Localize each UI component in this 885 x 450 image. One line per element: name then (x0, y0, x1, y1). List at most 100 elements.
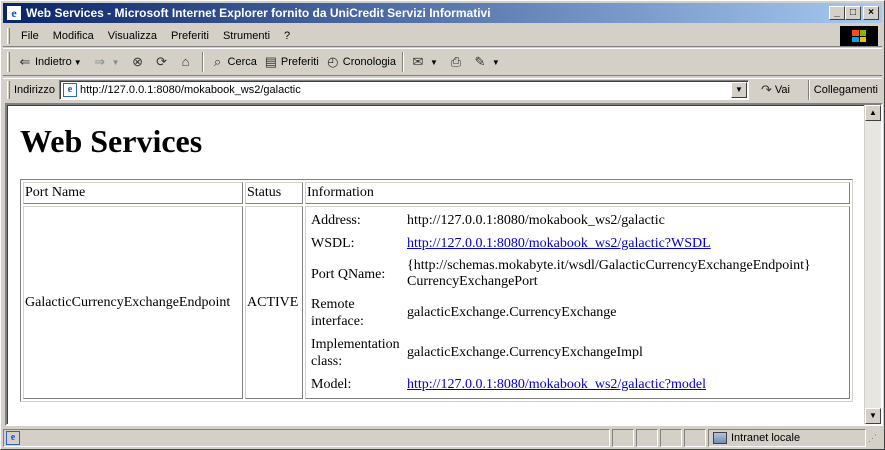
back-label: Indietro (35, 56, 72, 68)
qname-namespace: {http://schemas.mokabyte.it/wsdl/Galacti… (407, 258, 811, 273)
qname-label: Port QName: (311, 266, 386, 282)
search-label: Cerca (227, 56, 257, 68)
status-cell: ACTIVE (245, 206, 303, 399)
addressbar-grip[interactable] (7, 80, 10, 99)
windows-logo-icon (840, 26, 878, 46)
print-icon: ⎙ (450, 54, 462, 69)
toolbar-grip[interactable] (7, 52, 10, 72)
title-bar[interactable]: e Web Services - Microsoft Internet Expl… (3, 3, 882, 23)
impl-label-line1: Implementation (311, 337, 400, 352)
menu-visualizza[interactable]: Visualizza (101, 30, 164, 42)
back-button[interactable]: ⇐ Indietro ▼ (14, 51, 89, 73)
maximize-button[interactable]: □ (845, 6, 861, 20)
address-value: http://127.0.0.1:8080/mokabook_ws2/galac… (407, 212, 665, 228)
zone-label: Intranet locale (731, 432, 801, 444)
page-content: Web Services Port Name Status Informatio… (7, 105, 863, 424)
implementation-value: galacticExchange.CurrencyExchangeImpl (407, 345, 643, 360)
menu-preferiti[interactable]: Preferiti (164, 30, 216, 42)
remote-label-line2: interface: (311, 314, 364, 329)
stop-button[interactable]: ⊗ (127, 51, 151, 73)
address-url[interactable]: http://127.0.0.1:8080/mokabook_ws2/galac… (80, 84, 731, 96)
favorites-label: Preferiti (280, 56, 319, 68)
menu-strumenti[interactable]: Strumenti (216, 30, 277, 42)
column-header-status: Status (245, 182, 303, 204)
remote-interface-value: galacticExchange.CurrencyExchange (407, 305, 617, 320)
menubar-grip[interactable] (7, 27, 10, 44)
info-row-remote-interface: Remote interface: galacticExchange.Curre… (309, 294, 813, 332)
forward-button[interactable]: ⇒ ▼ (89, 51, 127, 73)
standard-toolbar: ⇐ Indietro ▼ ⇒ ▼ ⊗ ⟳ ⌂ ⌕ Cerca ▤ Preferi… (3, 48, 882, 76)
back-dropdown-icon[interactable]: ▼ (74, 58, 82, 67)
address-label: Address: (311, 213, 361, 228)
qname-value: {http://schemas.mokabyte.it/wsdl/Galacti… (405, 256, 813, 292)
ie-page-icon: e (6, 5, 22, 21)
info-row-wsdl: WSDL: http://127.0.0.1:8080/mokabook_ws2… (309, 233, 813, 254)
refresh-button[interactable]: ⟳ (151, 51, 175, 73)
close-button[interactable]: × (863, 6, 879, 20)
page-viewport: Web Services Port Name Status Informatio… (5, 103, 883, 426)
status-pane (636, 429, 658, 447)
address-bar: Indirizzo e http://127.0.0.1:8080/mokabo… (3, 78, 882, 100)
toolbar-separator (402, 52, 404, 72)
browser-window: e Web Services - Microsoft Internet Expl… (0, 0, 885, 450)
address-dropdown-button[interactable]: ▼ (730, 81, 747, 98)
model-label: Model: (311, 377, 352, 392)
go-button[interactable]: ↷ Vai (761, 82, 790, 98)
menu-file[interactable]: File (14, 30, 46, 42)
home-button[interactable]: ⌂ (175, 51, 199, 73)
scroll-up-button[interactable]: ▲ (865, 105, 881, 121)
window-controls: _ □ × (829, 6, 879, 20)
forward-dropdown-icon[interactable]: ▼ (112, 58, 120, 67)
port-name-cell: GalacticCurrencyExchangeEndpoint (23, 206, 243, 399)
window-title: Web Services - Microsoft Internet Explor… (26, 6, 491, 20)
links-label: Collegamenti (813, 83, 878, 96)
mail-button[interactable]: ✉ ▼ (407, 51, 445, 73)
column-header-port-name: Port Name (23, 182, 243, 204)
search-button[interactable]: ⌕ Cerca (207, 51, 260, 73)
status-pane (684, 429, 706, 447)
vertical-scrollbar[interactable]: ▲ ▼ (864, 105, 881, 424)
address-input[interactable]: e http://127.0.0.1:8080/mokabook_ws2/gal… (58, 79, 749, 100)
remote-interface-label: Remote interface: (309, 294, 403, 332)
impl-label-line2: class: (311, 354, 343, 369)
mail-dropdown-icon[interactable]: ▼ (430, 58, 438, 67)
scroll-down-button[interactable]: ▼ (865, 408, 881, 424)
info-row-implementation: Implementation class: galacticExchange.C… (309, 334, 813, 372)
favorites-icon: ▤ (264, 54, 278, 69)
resize-grip-icon[interactable]: ⋰ (868, 430, 882, 446)
wsdl-link[interactable]: http://127.0.0.1:8080/mokabook_ws2/galac… (407, 236, 711, 251)
history-icon: ◴ (327, 54, 339, 69)
information-table: Address: http://127.0.0.1:8080/mokabook_… (307, 208, 815, 397)
status-bar: e Intranet locale ⋰ (3, 428, 882, 448)
remote-label-line1: Remote (311, 297, 355, 312)
refresh-icon: ⟳ (156, 54, 167, 69)
edit-icon: ✎ (474, 54, 486, 69)
print-button[interactable]: ⎙ (445, 51, 469, 73)
table-header-row: Port Name Status Information (23, 182, 850, 204)
security-zone-pane[interactable]: Intranet locale (708, 429, 866, 447)
menu-bar: File Modifica Visualizza Preferiti Strum… (3, 25, 882, 47)
edit-dropdown-icon[interactable]: ▼ (492, 58, 500, 67)
info-row-address: Address: http://127.0.0.1:8080/mokabook_… (309, 210, 813, 231)
model-link[interactable]: http://127.0.0.1:8080/mokabook_ws2/galac… (407, 377, 706, 392)
information-cell: Address: http://127.0.0.1:8080/mokabook_… (305, 206, 850, 399)
toolbar-separator (201, 52, 204, 72)
ie-page-icon: e (6, 431, 20, 445)
implementation-label: Implementation class: (309, 334, 403, 372)
back-arrow-icon: ⇐ (19, 54, 31, 69)
page-title: Web Services (20, 123, 203, 159)
menu-modifica[interactable]: Modifica (46, 30, 101, 42)
info-row-qname: Port QName: {http://schemas.mokabyte.it/… (309, 256, 813, 292)
qname-local: CurrencyExchangePort (407, 274, 538, 289)
favorites-button[interactable]: ▤ Preferiti (260, 51, 322, 73)
edit-button[interactable]: ✎ ▼ (469, 51, 507, 73)
minimize-button[interactable]: _ (829, 6, 845, 20)
menu-help[interactable]: ? (277, 30, 297, 42)
links-toolbar[interactable]: Collegamenti (807, 79, 878, 100)
forward-arrow-icon: ⇒ (94, 54, 106, 69)
history-button[interactable]: ◴ Cronologia (322, 51, 399, 73)
stop-icon: ⊗ (132, 54, 143, 69)
go-label: Vai (774, 83, 790, 96)
table-row: GalacticCurrencyExchangeEndpoint ACTIVE … (23, 206, 850, 399)
address-label: Indirizzo (14, 83, 55, 96)
